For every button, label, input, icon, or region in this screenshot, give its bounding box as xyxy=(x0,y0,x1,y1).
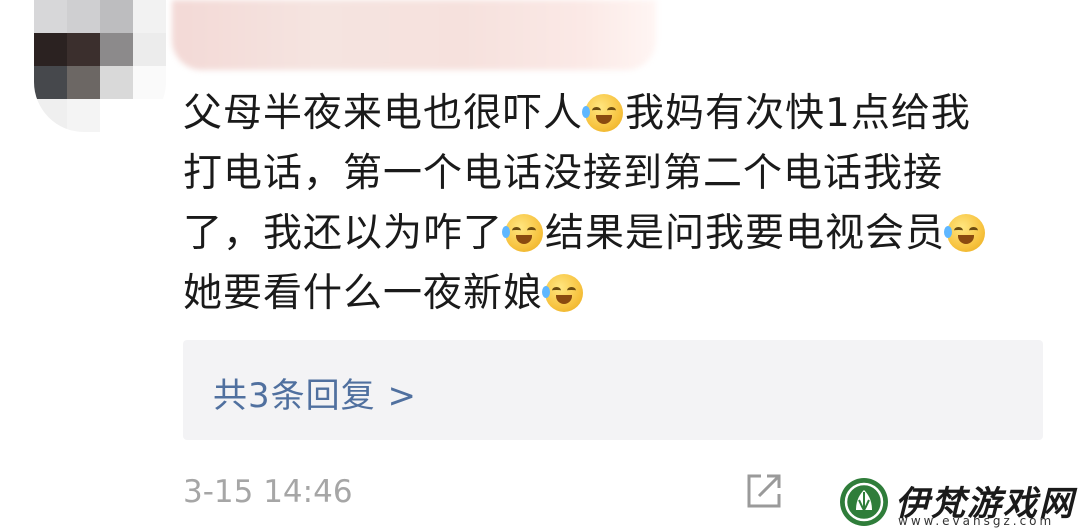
laughing-crying-emoji-icon xyxy=(582,94,624,132)
comment-line-segment: 打电话，第一个电话没接到第二个电话我接 xyxy=(183,151,944,196)
comment-timestamp: 3-15 14:46 xyxy=(183,474,353,510)
comment-line-segment: 结果是问我要电视会员 xyxy=(545,211,946,256)
view-replies-link[interactable]: 共3条回复 > xyxy=(213,368,417,417)
laughing-crying-emoji-icon xyxy=(502,214,544,252)
laughing-crying-emoji-icon xyxy=(944,214,986,252)
replies-panel: 共3条回复 > xyxy=(183,340,1043,440)
avatar[interactable] xyxy=(34,0,166,132)
watermark-logo-icon xyxy=(838,476,890,528)
comment-line-segment: 父母半夜来电也很吓人 xyxy=(183,91,584,136)
comment-text: 父母半夜来电也很吓人 我妈有次快1点给我 打电话，第一个电话没接到第二个电话我接 … xyxy=(183,84,1043,324)
username-blurred[interactable] xyxy=(172,0,656,70)
comment-line-segment: 她要看什么一夜新娘 xyxy=(183,271,544,316)
laughing-crying-emoji-icon xyxy=(542,274,584,312)
watermark-site-url: www.evansgz.com xyxy=(898,514,1055,528)
comment-line-segment: 了，我还以为咋了 xyxy=(183,211,504,256)
share-icon[interactable] xyxy=(745,472,783,510)
comment-line-segment: 我妈有次快1点给我 xyxy=(625,91,971,136)
